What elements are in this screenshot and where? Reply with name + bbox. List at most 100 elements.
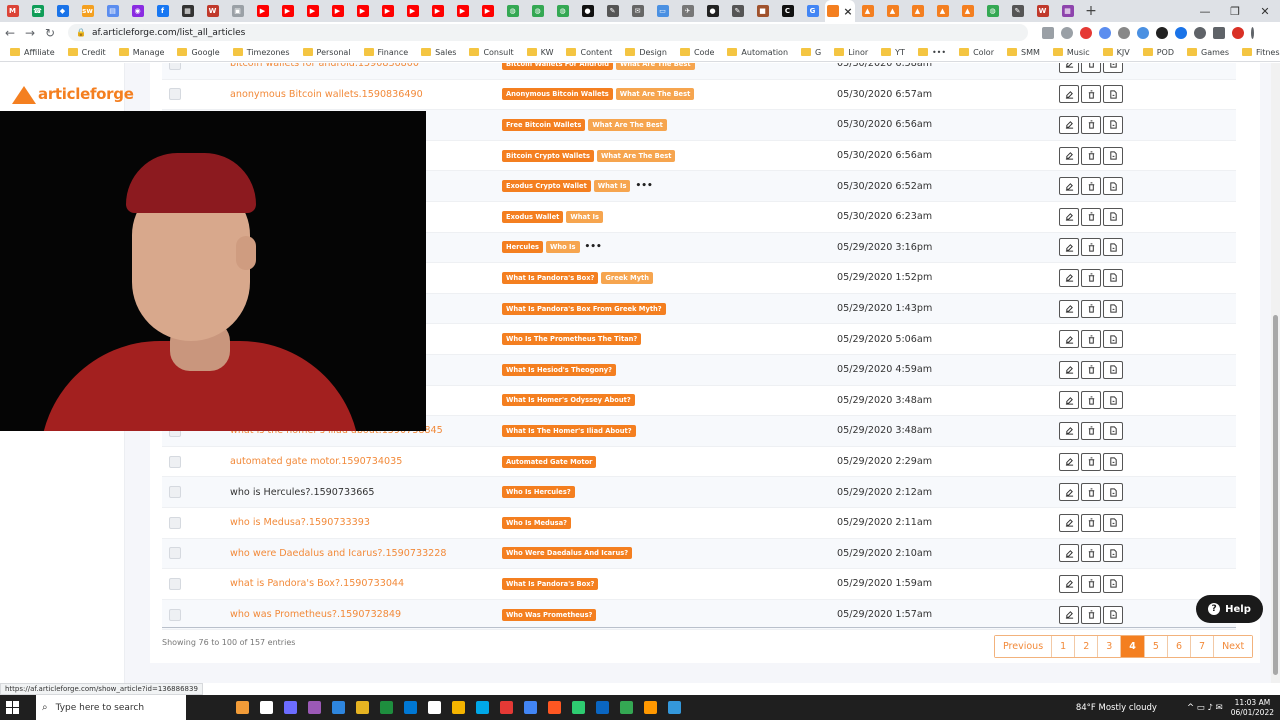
- edit-button[interactable]: [1059, 115, 1079, 134]
- bookmark-item[interactable]: Personal: [302, 48, 351, 57]
- trash-button[interactable]: [1081, 544, 1101, 563]
- trash-button[interactable]: [1081, 391, 1101, 410]
- extension-icon[interactable]: [1156, 26, 1168, 39]
- extension-icon[interactable]: [1099, 26, 1111, 39]
- edit-button[interactable]: [1059, 574, 1079, 593]
- browser-tab[interactable]: ▶: [375, 0, 400, 22]
- pagination-page[interactable]: 1: [1052, 636, 1076, 657]
- bookmark-item[interactable]: Fitness: [1241, 48, 1280, 57]
- row-checkbox[interactable]: [169, 577, 181, 590]
- article-title-link[interactable]: automated gate motor.1590734035: [230, 456, 402, 467]
- browser-tab[interactable]: W: [1030, 0, 1055, 22]
- bookmark-item[interactable]: Automation: [727, 48, 788, 57]
- browser-tab[interactable]: ☎: [25, 0, 50, 22]
- taskbar-app-icon[interactable]: [644, 701, 657, 714]
- more-tags-icon[interactable]: •••: [635, 181, 652, 191]
- taskbar-app-icon[interactable]: [404, 701, 417, 714]
- pagination-page[interactable]: 5: [1144, 636, 1168, 657]
- edit-button[interactable]: [1059, 360, 1079, 379]
- browser-tab[interactable]: ▣: [225, 0, 250, 22]
- close-tab-icon[interactable]: ×: [843, 5, 852, 18]
- browser-tab[interactable]: ✉: [625, 0, 650, 22]
- edit-button[interactable]: [1059, 146, 1079, 165]
- pagination-next[interactable]: Next: [1214, 636, 1253, 657]
- bookmark-item[interactable]: Music: [1052, 48, 1090, 57]
- taskbar-app-icon[interactable]: [236, 701, 249, 714]
- scrollbar-thumb[interactable]: [1273, 315, 1278, 675]
- trash-button[interactable]: [1081, 605, 1101, 624]
- document-button[interactable]: [1103, 330, 1123, 349]
- back-icon[interactable]: ←: [0, 26, 20, 40]
- taskbar-app-icon[interactable]: [548, 701, 561, 714]
- trash-button[interactable]: [1081, 115, 1101, 134]
- document-button[interactable]: [1103, 421, 1123, 440]
- browser-tab[interactable]: ◍: [980, 0, 1005, 22]
- bookmark-item[interactable]: Sales: [421, 48, 456, 57]
- taskbar-app-icon[interactable]: [620, 701, 633, 714]
- forward-icon[interactable]: →: [20, 26, 40, 40]
- taskbar-app-icon[interactable]: [524, 701, 537, 714]
- browser-tab[interactable]: ▲: [955, 0, 980, 22]
- new-tab-button[interactable]: +: [1080, 3, 1102, 19]
- maximize-icon[interactable]: ❐: [1220, 5, 1250, 18]
- browser-tab[interactable]: G: [800, 0, 825, 22]
- taskbar-app-icon[interactable]: [260, 701, 273, 714]
- trash-button[interactable]: [1081, 452, 1101, 471]
- browser-tab[interactable]: ▶: [350, 0, 375, 22]
- profile-avatar[interactable]: [1232, 26, 1244, 39]
- weather-widget[interactable]: 84°F Mostly cloudy: [1076, 703, 1157, 713]
- bookmark-item[interactable]: Content: [566, 48, 612, 57]
- row-checkbox[interactable]: [169, 455, 181, 468]
- trash-button[interactable]: [1081, 421, 1101, 440]
- row-checkbox[interactable]: [169, 608, 181, 621]
- browser-tab-active[interactable]: ×: [825, 0, 855, 22]
- browser-tab[interactable]: ▶: [250, 0, 275, 22]
- trash-button[interactable]: [1081, 360, 1101, 379]
- article-title-link[interactable]: who was Prometheus?.1590732849: [230, 609, 401, 620]
- document-button[interactable]: [1103, 605, 1123, 624]
- browser-tab[interactable]: ◉: [125, 0, 150, 22]
- extension-icon[interactable]: [1118, 26, 1130, 39]
- browser-tab[interactable]: ▶: [450, 0, 475, 22]
- taskbar-app-icon[interactable]: [596, 701, 609, 714]
- document-button[interactable]: [1103, 360, 1123, 379]
- trash-button[interactable]: [1081, 146, 1101, 165]
- browser-tab[interactable]: ◆: [50, 0, 75, 22]
- browser-tab[interactable]: ▭: [650, 0, 675, 22]
- articleforge-logo[interactable]: articleforge: [8, 83, 134, 105]
- browser-tab[interactable]: ✈: [675, 0, 700, 22]
- edit-button[interactable]: [1059, 299, 1079, 318]
- taskbar-app-icon[interactable]: [308, 701, 321, 714]
- article-title-link[interactable]: what is Pandora's Box?.1590733044: [230, 578, 404, 589]
- article-title-link[interactable]: who is Hercules?.1590733665: [230, 487, 375, 498]
- row-checkbox[interactable]: [169, 516, 181, 529]
- pagination-page[interactable]: 6: [1167, 636, 1192, 657]
- pagination-page[interactable]: 2: [1075, 636, 1099, 657]
- browser-tab[interactable]: ▲: [855, 0, 880, 22]
- tray-icons[interactable]: ^ ▭ ♪ ✉: [1187, 703, 1223, 713]
- minimize-icon[interactable]: —: [1190, 5, 1220, 18]
- edit-button[interactable]: [1059, 238, 1079, 257]
- document-button[interactable]: [1103, 544, 1123, 563]
- browser-tab[interactable]: ◍: [525, 0, 550, 22]
- browser-tab[interactable]: ▦: [1055, 0, 1080, 22]
- trash-button[interactable]: [1081, 513, 1101, 532]
- taskbar-app-icon[interactable]: [380, 701, 393, 714]
- menu-icon[interactable]: [1251, 26, 1254, 39]
- address-bar[interactable]: 🔒 af.articleforge.com/list_all_articles: [68, 24, 1028, 41]
- close-window-icon[interactable]: ✕: [1250, 5, 1280, 18]
- taskbar-search[interactable]: ⌕ Type here to search: [36, 695, 186, 720]
- trash-button[interactable]: [1081, 238, 1101, 257]
- row-checkbox[interactable]: [169, 63, 181, 70]
- pagination-page[interactable]: 7: [1191, 636, 1215, 657]
- trash-button[interactable]: [1081, 63, 1101, 73]
- trash-button[interactable]: [1081, 177, 1101, 196]
- bookmark-item[interactable]: Google: [177, 48, 220, 57]
- bookmark-item[interactable]: Manage: [118, 48, 164, 57]
- document-button[interactable]: [1103, 63, 1123, 73]
- taskbar-app-icon[interactable]: [572, 701, 585, 714]
- document-button[interactable]: [1103, 207, 1123, 226]
- edit-button[interactable]: [1059, 207, 1079, 226]
- browser-tab[interactable]: M: [0, 0, 25, 22]
- bookmark-item[interactable]: KW: [526, 48, 553, 57]
